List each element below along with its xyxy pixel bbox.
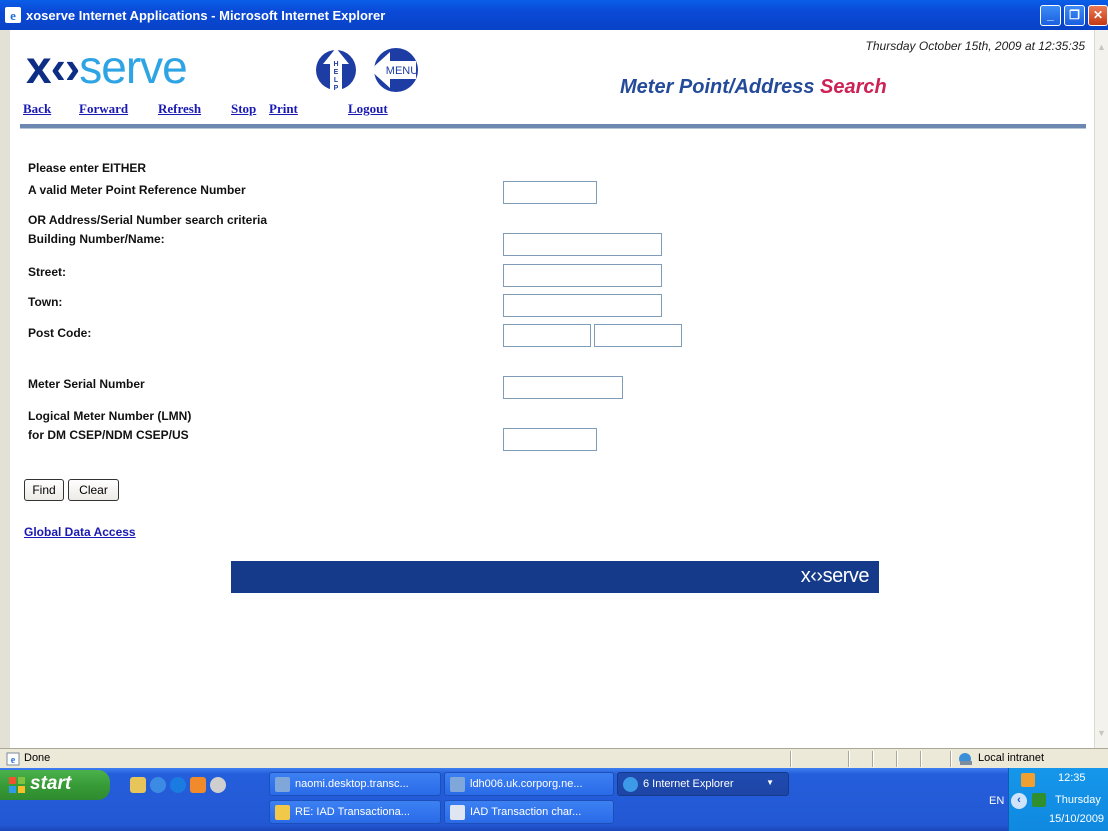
town-label: Town: [28, 295, 63, 309]
lmn-input[interactable] [503, 428, 597, 451]
page-content: x‹›serve H E L P MENU Back Forward Refre… [10, 30, 1094, 748]
tray-expand-icon[interactable]: ‹ [1011, 793, 1027, 809]
status-bar: e Done Local intranet [0, 748, 1108, 768]
minimize-button[interactable]: _ [1040, 5, 1061, 26]
task-email[interactable]: RE: IAD Transactiona... [269, 800, 441, 824]
page-title: Meter Point/Address Search [620, 76, 887, 98]
lmn-label: Logical Meter Number (LMN) [28, 409, 192, 423]
task-internet-explorer[interactable]: 6 Internet Explorer ▼ [617, 772, 789, 796]
task-remote-desktop-2[interactable]: ldh006.uk.corporg.ne... [444, 772, 614, 796]
window-title: xoserve Internet Applications - Microsof… [26, 8, 386, 23]
mail-icon [275, 805, 290, 820]
svg-text:MENU: MENU [386, 65, 418, 77]
postcode-part2-input[interactable] [594, 324, 682, 347]
intro-label: Please enter EITHER [28, 161, 147, 175]
page-done-icon: e [6, 752, 20, 766]
task-word-document[interactable]: IAD Transaction char... [444, 800, 614, 824]
security-zone-label: Local intranet [978, 752, 1045, 764]
postcode-label: Post Code: [28, 326, 92, 340]
svg-text:H: H [333, 61, 338, 68]
mprn-label: A valid Meter Point Reference Number [28, 183, 246, 197]
global-data-access-link[interactable]: Global Data Access [24, 525, 136, 539]
windows-flag-icon [9, 777, 25, 793]
lmn-sub-label: for DM CSEP/NDM CSEP/US [28, 428, 189, 442]
remote-desktop-icon [450, 777, 465, 792]
group-dropdown-icon[interactable]: ▼ [766, 778, 774, 787]
start-button[interactable]: start [0, 770, 110, 800]
clock-day: Thursday [1055, 794, 1101, 806]
scroll-up-icon[interactable]: ▲ [1097, 42, 1106, 52]
serial-label: Meter Serial Number [28, 377, 145, 391]
nav-refresh-link[interactable]: Refresh [158, 101, 201, 117]
outlook-quicklaunch-icon[interactable] [190, 777, 206, 793]
town-input[interactable] [503, 294, 662, 317]
clock-quicklaunch-icon[interactable] [210, 777, 226, 793]
local-intranet-icon [959, 753, 972, 765]
status-text: Done [24, 752, 51, 764]
word-icon [450, 805, 465, 820]
footer-logo: x‹›serve [800, 565, 870, 587]
status-divider [790, 751, 792, 767]
street-label: Street: [28, 265, 67, 279]
svg-text:e: e [10, 8, 16, 23]
nav-forward-link[interactable]: Forward [79, 101, 128, 117]
vertical-scrollbar[interactable]: ▲ ▼ [1094, 30, 1108, 748]
taskbar: start naomi.desktop.transc... ldh006.uk.… [0, 768, 1108, 831]
svg-text:E: E [334, 69, 339, 76]
language-indicator[interactable]: EN [989, 795, 1004, 807]
current-datetime: Thursday October 15th, 2009 at 12:35:35 [865, 39, 1085, 53]
header-divider-shadow [20, 128, 1086, 129]
status-divider [896, 751, 898, 767]
window-title-bar[interactable]: e xoserve Internet Applications - Micros… [0, 0, 1108, 30]
building-label: Building Number/Name: [28, 232, 165, 246]
clear-button[interactable]: Clear [68, 479, 119, 501]
serial-input[interactable] [503, 376, 623, 399]
tray-network-icon[interactable] [1032, 793, 1046, 807]
remote-desktop-icon [275, 777, 290, 792]
close-button[interactable]: ✕ [1088, 5, 1108, 26]
nav-print-link[interactable]: Print [269, 101, 298, 117]
ie-quicklaunch-icon[interactable] [150, 777, 166, 793]
help-icon[interactable]: H E L P [316, 44, 356, 96]
or-criteria-label: OR Address/Serial Number search criteria [28, 213, 267, 227]
task-remote-desktop-1[interactable]: naomi.desktop.transc... [269, 772, 441, 796]
postcode-part1-input[interactable] [503, 324, 591, 347]
menu-icon[interactable]: MENU [368, 44, 420, 96]
status-divider [872, 751, 874, 767]
building-input[interactable] [503, 233, 662, 256]
window-frame-left [0, 30, 10, 748]
street-input[interactable] [503, 264, 662, 287]
clock-date: 15/10/2009 [1049, 813, 1105, 825]
status-divider [920, 751, 922, 767]
ie-icon [623, 777, 638, 792]
nav-back-link[interactable]: Back [23, 101, 51, 117]
footer-banner: x‹›serve [231, 561, 879, 593]
status-divider [950, 751, 952, 767]
status-divider [848, 751, 850, 767]
mprn-input[interactable] [503, 181, 597, 204]
svg-text:L: L [334, 77, 339, 84]
nav-stop-link[interactable]: Stop [231, 101, 256, 117]
scroll-down-icon[interactable]: ▼ [1097, 728, 1106, 738]
show-desktop-icon[interactable] [130, 777, 146, 793]
start-label: start [30, 773, 72, 794]
svg-text:e: e [11, 755, 16, 766]
browser-quicklaunch-icon[interactable] [170, 777, 186, 793]
nav-logout-link[interactable]: Logout [348, 101, 388, 117]
svg-text:P: P [334, 85, 339, 92]
system-tray: EN ‹ 12:35 Thursday 15/10/2009 [989, 768, 1108, 831]
restore-button[interactable]: ❐ [1064, 5, 1085, 26]
ie-icon: e [5, 7, 21, 23]
clock-time[interactable]: 12:35 [1058, 772, 1086, 784]
tray-app-icon[interactable] [1021, 773, 1035, 787]
xoserve-logo: x‹›serve [26, 41, 188, 93]
find-button[interactable]: Find [24, 479, 64, 501]
